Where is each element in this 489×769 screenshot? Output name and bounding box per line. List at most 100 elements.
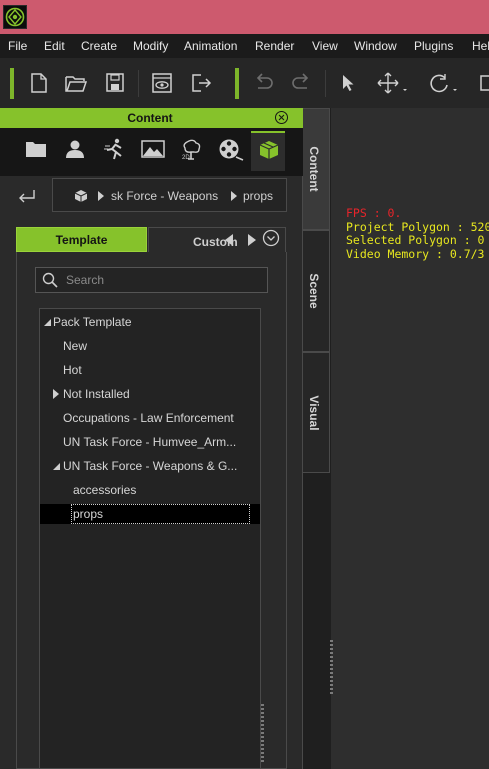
tab-actor[interactable]: [58, 132, 92, 166]
content-panel-header: Content: [0, 108, 303, 128]
pack-box-icon: [74, 190, 88, 202]
toolbar-separator: [10, 68, 14, 99]
side-tabs: Content Scene Visual: [303, 108, 330, 473]
tree-icon: 2D: [182, 139, 201, 160]
breadcrumb: sk Force - Weapons props: [52, 178, 287, 212]
scroll-grip[interactable]: [261, 704, 264, 764]
chevron-right-icon: [98, 191, 104, 201]
tab-custom[interactable]: Custom: [148, 227, 286, 252]
main-toolbar: [0, 58, 489, 108]
open-folder-icon[interactable]: [64, 72, 88, 94]
running-figure-icon: [104, 138, 122, 160]
menu-help[interactable]: Help: [472, 39, 489, 53]
tree-item-label: Not Installed: [63, 387, 130, 401]
side-tab-scene[interactable]: Scene: [303, 230, 330, 352]
menu-view[interactable]: View: [312, 39, 338, 53]
menu-window[interactable]: Window: [354, 39, 397, 53]
fps-readout: FPS : 0.: [346, 206, 402, 220]
panel-title: Content: [127, 111, 173, 125]
category-tabs: 2D: [0, 128, 303, 176]
tab-media[interactable]: [212, 132, 246, 166]
search-field[interactable]: [35, 267, 268, 293]
tree-item-label: props: [73, 507, 104, 521]
title-bar: [0, 0, 489, 34]
toolbar-separator: [235, 68, 239, 99]
tree-item-occupations[interactable]: Occupations - Law Enforcement: [40, 408, 260, 428]
collapsed-triangle-icon[interactable]: [53, 389, 59, 399]
new-file-icon[interactable]: [27, 72, 51, 94]
tree-item-new[interactable]: New: [40, 336, 260, 356]
menu-modify[interactable]: Modify: [133, 39, 168, 53]
tree-item-accessories[interactable]: accessories: [40, 480, 260, 500]
video-memory-readout: Video Memory : 0.7/3: [346, 246, 485, 261]
chevron-left-icon[interactable]: [225, 234, 233, 246]
tab-pack[interactable]: [251, 131, 285, 171]
template-tree: Pack Template New Hot Not Installed Occu…: [39, 308, 261, 769]
chevron-down-circle-icon[interactable]: [262, 229, 280, 247]
landscape-icon: [141, 140, 165, 158]
panel-resize-grip[interactable]: [330, 640, 333, 696]
tree-item-pack-template[interactable]: Pack Template: [40, 312, 260, 332]
tree-item-not-installed[interactable]: Not Installed: [40, 384, 260, 404]
menu-bar: File Edit Create Modify Animation Render…: [0, 34, 489, 58]
move-icon[interactable]: [376, 72, 407, 94]
viewport-stats: FPS : 0. Project Polygon : 520 Selected …: [346, 206, 489, 261]
search-icon: [42, 272, 58, 288]
tree-item-label: Occupations - Law Enforcement: [63, 411, 234, 425]
film-reel-icon: [219, 139, 244, 161]
return-arrow-icon: [19, 190, 35, 203]
project-polygon-readout: Project Polygon : 520: [346, 219, 489, 234]
expanded-triangle-icon[interactable]: [44, 319, 51, 326]
close-icon[interactable]: [275, 111, 288, 124]
preview-icon[interactable]: [150, 72, 174, 94]
save-icon[interactable]: [103, 72, 127, 94]
breadcrumb-item[interactable]: sk Force - Weapons: [111, 189, 218, 203]
scale-icon[interactable]: [478, 72, 489, 94]
tree-item-un-humvee[interactable]: UN Task Force - Humvee_Arm...: [40, 432, 260, 452]
tree-item-label: New: [63, 339, 88, 353]
side-tab-label: Visual: [307, 394, 321, 431]
tree-item-props[interactable]: props: [40, 504, 260, 524]
svg-text:2D: 2D: [182, 155, 190, 160]
tab-animation[interactable]: [97, 132, 131, 166]
tree-item-label: accessories: [73, 483, 137, 497]
selected-polygon-readout: Selected Polygon : 0: [346, 233, 485, 247]
side-tab-content[interactable]: Content: [303, 108, 330, 230]
app-logo-icon: [3, 5, 27, 29]
undo-icon[interactable]: [252, 72, 276, 94]
menu-animation[interactable]: Animation: [184, 39, 237, 53]
tab-set[interactable]: 2D: [174, 132, 208, 166]
tab-stage[interactable]: [135, 132, 169, 166]
menu-create[interactable]: Create: [81, 39, 117, 53]
chevron-right-icon: [231, 191, 237, 201]
side-tab-label: Scene: [307, 273, 321, 309]
redo-icon[interactable]: [289, 72, 313, 94]
breadcrumb-item[interactable]: props: [243, 189, 273, 203]
tab-project[interactable]: [19, 132, 53, 166]
tree-item-hot[interactable]: Hot: [40, 360, 260, 380]
side-tab-visual[interactable]: Visual: [303, 352, 330, 473]
person-icon: [66, 140, 84, 158]
tab-template-label: Template: [55, 233, 108, 247]
chevron-right-icon[interactable]: [248, 234, 256, 246]
select-arrow-icon[interactable]: [337, 72, 361, 94]
menu-edit[interactable]: Edit: [44, 39, 65, 53]
tab-template[interactable]: Template: [16, 227, 147, 252]
tree-item-label: Pack Template: [53, 315, 132, 329]
tree-item-un-weapons[interactable]: UN Task Force - Weapons & G...: [40, 456, 260, 476]
back-button[interactable]: [16, 187, 38, 205]
menu-file[interactable]: File: [8, 39, 27, 53]
menu-render[interactable]: Render: [255, 39, 294, 53]
content-panel: Content 2D sk Force - Weapons props Temp…: [0, 108, 303, 769]
menu-plugins[interactable]: Plugins: [414, 39, 453, 53]
tree-item-label: UN Task Force - Weapons & G...: [63, 459, 238, 473]
export-icon[interactable]: [189, 72, 213, 94]
tree-item-label: UN Task Force - Humvee_Arm...: [63, 435, 237, 449]
side-tab-label: Content: [307, 146, 321, 192]
rotate-icon[interactable]: [427, 72, 457, 94]
tree-item-label: Hot: [63, 363, 82, 377]
folder-icon: [26, 142, 46, 157]
expanded-triangle-icon[interactable]: [53, 463, 60, 470]
box-icon: [259, 141, 279, 159]
search-input[interactable]: [66, 272, 261, 288]
